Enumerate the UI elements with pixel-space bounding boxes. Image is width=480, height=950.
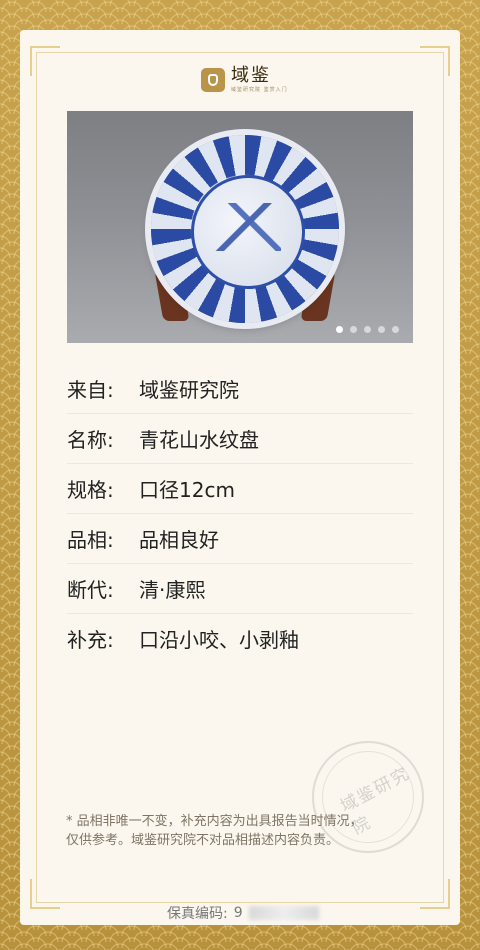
certificate-card: 域鉴 域鉴研究院 鉴赏入门 来自: 域鉴研究院 名称: 青花山水纹盘 规格: 口… [20, 30, 460, 925]
carousel-dot[interactable] [378, 326, 385, 333]
carousel-dot[interactable] [392, 326, 399, 333]
info-label: 断代: [67, 578, 114, 602]
vase-logo-icon [201, 68, 225, 92]
brand-subtitle: 域鉴研究院 鉴赏入门 [231, 87, 288, 93]
info-row-source: 来自: 域鉴研究院 [67, 364, 413, 414]
landscape-pattern [209, 203, 281, 251]
item-photo-carousel[interactable] [67, 111, 413, 343]
carousel-dot[interactable] [336, 326, 343, 333]
info-value: 口径12cm [139, 478, 235, 502]
info-row-size: 规格: 口径12cm [67, 464, 413, 514]
info-row-notes: 补充: 口沿小咬、小剥釉 [67, 614, 413, 663]
info-value: 口沿小咬、小剥釉 [139, 628, 299, 652]
carousel-dot[interactable] [364, 326, 371, 333]
info-value: 品相良好 [139, 528, 219, 552]
info-label: 品相: [67, 528, 114, 552]
code-label: 保真编码: [167, 906, 228, 922]
carousel-indicator [336, 326, 399, 333]
corner-ornament-top-right [420, 46, 450, 76]
info-value: 域鉴研究院 [139, 378, 239, 402]
info-label: 来自: [67, 378, 114, 402]
brand-logo: 域鉴 域鉴研究院 鉴赏入门 [201, 66, 288, 94]
corner-ornament-bottom-right [420, 879, 450, 909]
info-label: 名称: [67, 428, 114, 452]
carousel-dot[interactable] [350, 326, 357, 333]
corner-ornament-bottom-left [30, 879, 60, 909]
disclaimer-note: * 品相非唯一不变，补充内容为出具报告当时情况， 仅供参考。域鉴研究院不对品相描… [66, 814, 363, 848]
item-info-list: 来自: 域鉴研究院 名称: 青花山水纹盘 规格: 口径12cm 品相: 品相良好… [67, 364, 413, 663]
corner-ornament-top-left [30, 46, 60, 76]
info-value: 青花山水纹盘 [139, 428, 259, 452]
info-row-condition: 品相: 品相良好 [67, 514, 413, 564]
authenticity-code: 保真编码: 9 [167, 903, 319, 923]
brand-title: 域鉴 [231, 65, 271, 86]
info-label: 规格: [67, 478, 114, 502]
info-row-dating: 断代: 清·康熙 [67, 564, 413, 614]
info-label: 补充: [67, 628, 114, 652]
code-blurred [248, 906, 319, 920]
code-value: 9 [233, 905, 243, 921]
info-value: 清·康熙 [139, 578, 206, 602]
info-row-name: 名称: 青花山水纹盘 [67, 414, 413, 464]
